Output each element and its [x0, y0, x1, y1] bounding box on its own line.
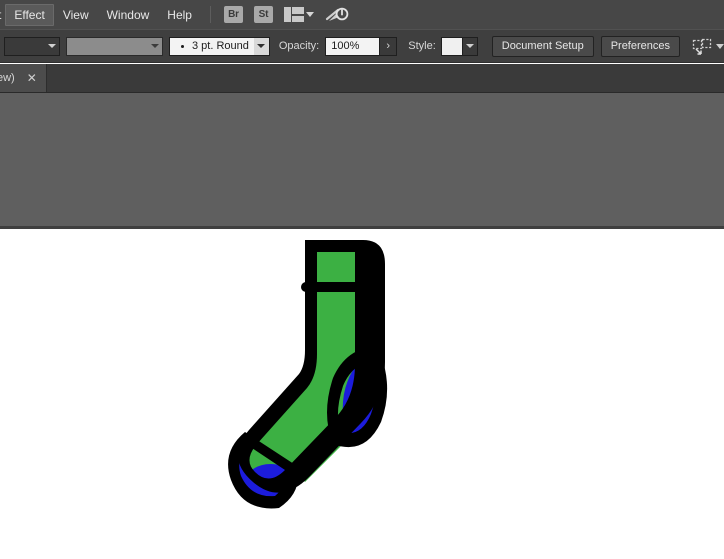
menu-item-window[interactable]: Window — [98, 4, 159, 26]
style-swatch[interactable] — [440, 36, 463, 56]
stroke-weight-value — [5, 38, 44, 55]
document-tab-label: ew) — [0, 72, 15, 84]
opacity-control[interactable]: 100% › — [325, 36, 398, 56]
opacity-input[interactable]: 100% — [325, 36, 381, 56]
search-adobe-stock-icon[interactable] — [325, 5, 349, 25]
sock-cuff-bar — [301, 282, 363, 292]
style-label: Style: — [408, 40, 436, 52]
document-tab[interactable]: ew) ✕ — [0, 64, 47, 92]
workspace — [0, 93, 724, 559]
document-tab-bar: ew) ✕ — [0, 64, 724, 93]
align-transform-control[interactable] — [692, 38, 724, 55]
close-icon[interactable]: ✕ — [27, 72, 37, 84]
sock-cuff-dot — [366, 281, 378, 293]
brush-dot-icon — [175, 39, 189, 53]
bridge-icon[interactable]: Br — [223, 6, 243, 23]
menu-divider — [209, 6, 211, 23]
stroke-weight-dropdown[interactable] — [4, 36, 61, 56]
menu-item-view[interactable]: View — [54, 4, 98, 26]
chevron-down-icon[interactable] — [44, 38, 59, 55]
chevron-down-icon[interactable] — [147, 38, 162, 55]
artboard[interactable] — [0, 232, 724, 559]
align-transform-icon[interactable] — [692, 38, 714, 55]
menu-bar: t Effect View Window Help Br St — [0, 0, 724, 29]
brush-definition-dropdown[interactable]: 3 pt. Round — [169, 36, 270, 56]
menu-item-effect[interactable]: Effect — [5, 3, 54, 26]
menu-icon-group: Br St — [223, 5, 349, 25]
style-dropdown[interactable] — [440, 36, 478, 56]
preferences-button[interactable]: Preferences — [600, 35, 680, 57]
opacity-label: Opacity: — [278, 40, 320, 52]
document-setup-button[interactable]: Document Setup — [491, 35, 594, 57]
brush-definition-label: 3 pt. Round — [192, 40, 249, 52]
chevron-down-icon[interactable] — [716, 43, 724, 49]
chevron-down-icon[interactable] — [253, 37, 269, 55]
sock-illustration[interactable] — [213, 224, 413, 524]
pasteboard[interactable] — [0, 93, 724, 229]
brush-definition-value: 3 pt. Round — [170, 38, 254, 55]
sock-artwork[interactable] — [213, 224, 413, 524]
stock-icon[interactable]: St — [253, 6, 273, 23]
arrange-documents-icon[interactable] — [283, 7, 304, 22]
menu-item-help[interactable]: Help — [158, 4, 201, 26]
stroke-profile-value — [67, 38, 147, 55]
chevron-down-icon[interactable] — [462, 36, 478, 56]
stroke-profile-dropdown[interactable] — [66, 36, 163, 56]
control-bar: 3 pt. Round Opacity: 100% › Style: Docum… — [0, 29, 724, 63]
chevron-down-icon[interactable] — [305, 12, 314, 17]
illustrator-window: t Effect View Window Help Br St — [0, 0, 724, 559]
opacity-chevron-right-icon[interactable]: › — [380, 36, 398, 56]
